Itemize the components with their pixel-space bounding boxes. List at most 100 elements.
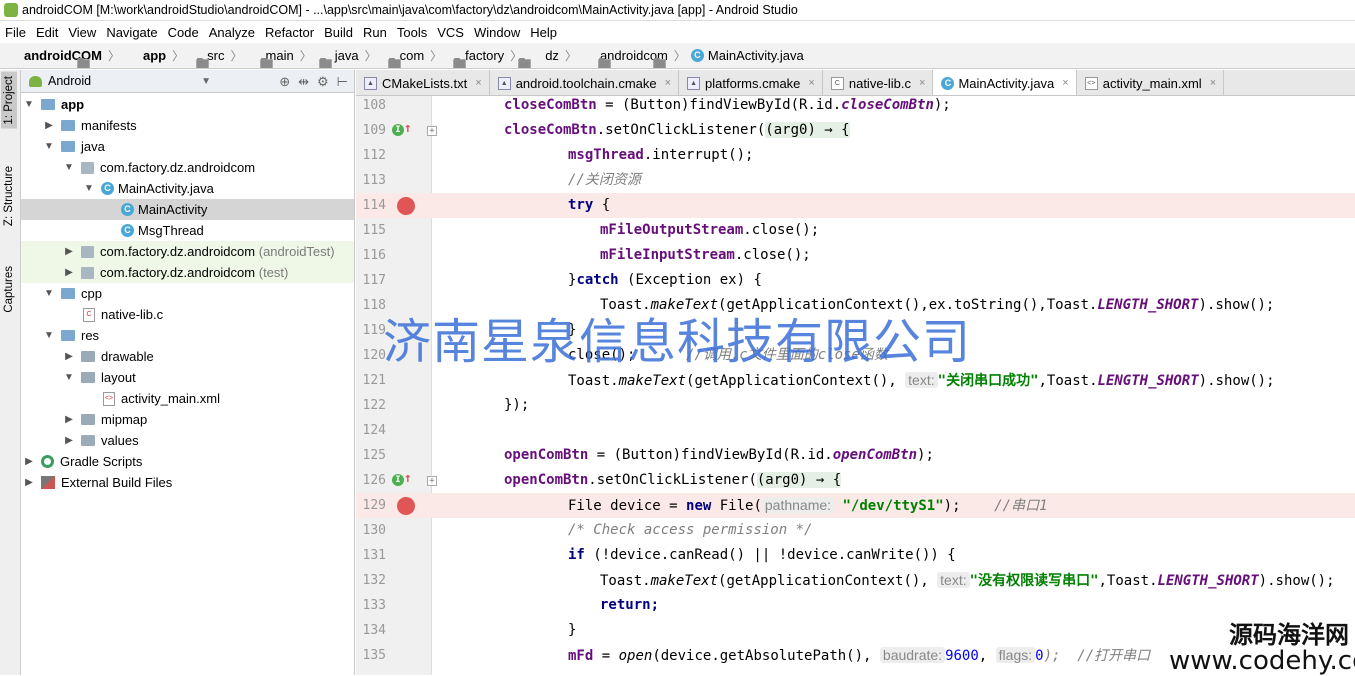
android-icon [29,75,42,87]
tree-item[interactable]: <> activity_main.xml [21,388,354,409]
menu-tools[interactable]: Tools [392,25,432,40]
tree-item[interactable]: C MainActivity [21,199,354,220]
fold-icon[interactable]: + [427,126,437,136]
close-icon[interactable]: × [475,77,481,89]
tab-cmakelists[interactable]: ▲ CMakeLists.txt × [356,70,490,95]
tab-android-toolchain[interactable]: ▲ android.toolchain.cmake × [489,70,680,95]
crumb-dz[interactable]: dz 〉 [527,47,612,68]
chevron-down-icon[interactable]: ▼ [201,76,211,87]
project-view-label: Android [48,74,92,88]
tree-item[interactable]: ▶ manifests [21,115,354,136]
tree-item[interactable]: ▶ com.factory.dz.androidcom (test) [21,262,354,283]
breadcrumb: androidCOM 〉 app 〉 src 〉 main 〉 java 〉 com 〉 f… [0,43,1355,69]
folder-icon [61,330,75,341]
param-hint: baudrate: [879,647,946,663]
tab-captures-tool[interactable]: Captures [1,262,17,317]
tree-item[interactable]: ▼ app [21,94,354,115]
collapse-icon[interactable]: ⇹ [298,74,309,90]
tree-item[interactable]: ▼ res [21,325,354,346]
tab-activity-main[interactable]: <> activity_main.xml × [1076,70,1225,95]
class-icon: C [121,203,134,216]
menu-window[interactable]: Window [469,25,525,40]
cmake-file-icon: ▲ [497,76,511,90]
xml-file-icon: <> [1084,76,1098,90]
tab-native-lib[interactable]: Cnative-lib.c × [822,70,934,95]
menu-run[interactable]: Run [358,25,392,40]
crumb-main[interactable]: main 〉 [248,47,332,68]
gear-icon[interactable]: ⚙ [317,74,329,90]
code-line: 108 closeComBtn = (Button)findViewById(R.… [362,97,951,113]
code-line: 132 Toast.makeText(getApplicationContext(… [362,572,1335,589]
code-line: 109 I ↑ + closeComBtn.setOnClickListener((ar… [362,121,850,138]
close-icon[interactable]: × [665,77,671,89]
window-title: androidCOM [M:\work\androidStudio\androi… [22,3,798,17]
menu-vcs[interactable]: VCS [432,25,469,40]
android-studio-icon [4,3,18,17]
crumb-mainactivity[interactable]: C MainActivity.java [690,48,804,63]
code-line: 130/* Check access permission */ [362,522,813,538]
tree-item[interactable]: ▼ java [21,136,354,157]
code-line: 113//关闭资源 [362,172,641,188]
close-icon[interactable]: × [1062,77,1068,89]
menu-edit[interactable]: Edit [31,25,63,40]
menu-analyze[interactable]: Analyze [204,25,260,40]
tab-structure-tool[interactable]: Z: Structure [1,162,17,230]
tree-item[interactable]: ▼ cpp [21,283,354,304]
menu-help[interactable]: Help [525,25,562,40]
tree-item[interactable]: ▼ com.factory.dz.androidcom [21,157,354,178]
breakpoint-icon[interactable] [397,497,415,515]
menu-build[interactable]: Build [319,25,358,40]
package-icon [81,266,94,279]
fold-icon[interactable]: + [427,476,437,486]
tree-item[interactable]: ▶ drawable [21,346,354,367]
tab-platforms[interactable]: ▲ platforms.cmake × [679,70,823,95]
tab-project-tool[interactable]: 1: Project [1,72,17,129]
menu-file[interactable]: File [0,25,31,40]
package-icon [81,245,94,258]
project-tree: ▼ app ▶ manifests ▼ java ▼ com.factory.dz.an… [21,93,354,673]
sync-icon[interactable]: ⊕ [279,74,290,90]
code-line: 117}catch (Exception ex) { [362,272,762,288]
tab-mainactivity[interactable]: C MainActivity.java × [933,70,1077,95]
code-line: 122}); [362,397,530,413]
close-icon[interactable]: × [808,77,814,89]
folder-icon [77,57,90,68]
tree-item[interactable]: ▶ com.factory.dz.androidcom (androidTest) [21,241,354,262]
tree-item[interactable]: ▼ layout [21,367,354,388]
override-icon[interactable]: I [392,124,404,136]
close-icon[interactable]: × [919,77,925,89]
code-line: 131 if (!device.canRead() || !device.canW… [362,547,956,563]
crumb-app[interactable]: app 〉 [125,47,210,68]
tree-item[interactable]: ▶ Gradle Scripts [21,451,354,472]
folder-icon [81,414,95,425]
menu-refactor[interactable]: Refactor [260,25,319,40]
menu-view[interactable]: View [63,25,101,40]
folder-icon [387,57,401,68]
editor-tabs: ▲ CMakeLists.txt × ▲ android.toolchain.cmak… [356,70,1355,96]
code-editor[interactable]: 108 closeComBtn = (Button)findViewById(R.… [356,96,1355,675]
module-folder-icon [41,99,55,110]
code-line: 114 try { [356,193,1355,218]
folder-icon [260,57,274,68]
arrow-up-icon: ↑ [404,121,412,136]
param-hint: pathname: [761,497,835,513]
tree-item[interactable]: ▼ C MainActivity.java [21,178,354,199]
tree-item[interactable]: ▶ mipmap [21,409,354,430]
close-icon[interactable]: × [1210,77,1216,89]
c-file-icon: C [830,76,844,90]
crumb-androidcom[interactable]: androidCOM 〉 [6,47,125,68]
cmake-file-icon: ▲ [364,76,377,90]
tree-item[interactable]: C MsgThread [21,220,354,241]
hide-icon[interactable]: ⊢ [337,74,348,90]
tree-item[interactable]: ▶ External Build Files [21,472,354,493]
tree-item[interactable]: Cnative-lib.c [21,304,354,325]
breakpoint-icon[interactable] [397,197,415,215]
folder-icon [518,57,532,68]
override-icon[interactable]: I [392,474,404,486]
project-view-selector[interactable]: Android ▼ ⊕ ⇹ ⚙ ⊢ [21,70,354,93]
menu-code[interactable]: Code [163,25,204,40]
c-file-icon: C [83,307,95,322]
tree-item[interactable]: ▶ values [21,430,354,451]
watermark-text: 济南星泉信息科技有限公司 [383,314,972,370]
menu-navigate[interactable]: Navigate [101,25,162,40]
